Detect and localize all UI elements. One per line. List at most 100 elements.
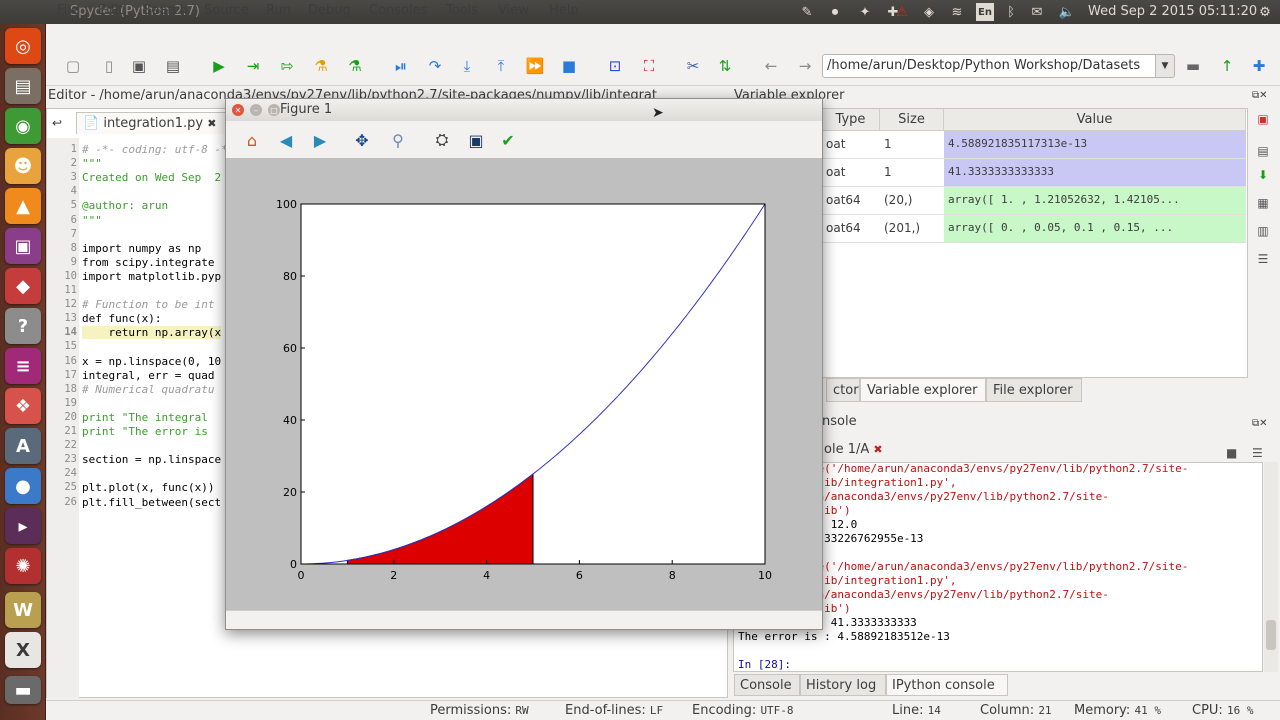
new-file-icon[interactable]: ▢ — [62, 55, 84, 77]
font-viewer-icon[interactable]: A — [5, 428, 41, 464]
dropbox-icon[interactable]: ◈ — [920, 3, 938, 21]
menu-help[interactable]: Help — [549, 3, 579, 18]
update-icon[interactable]: ● — [5, 468, 41, 504]
pan-icon[interactable]: ✥ — [350, 128, 374, 152]
minimize-window-icon[interactable]: – — [250, 104, 262, 116]
var-value-cell[interactable]: array([ 1. , 1.21052632, 1.42105... — [944, 187, 1246, 215]
save-all-icon[interactable]: ▤ — [162, 55, 184, 77]
undock-icon[interactable]: ⧉✕ — [1252, 90, 1268, 101]
edit-icon[interactable]: ✎ — [798, 3, 816, 21]
menu-tools[interactable]: Tools — [446, 3, 478, 18]
code-line[interactable]: integral, err = quad — [82, 369, 214, 382]
step-into-icon[interactable]: ⤓ — [456, 55, 478, 77]
record-icon[interactable]: ⏺ — [826, 3, 844, 21]
code-line[interactable]: # Numerical quadratu — [82, 383, 214, 396]
code-line[interactable]: x = np.linspace(0, 10 — [82, 355, 221, 368]
fullscreen-icon[interactable]: ⛶ — [638, 55, 660, 77]
console-options-icon[interactable]: ☰ — [1252, 446, 1263, 460]
parent-directory-icon[interactable]: ↑ — [1216, 55, 1238, 77]
code-line[interactable]: plt.plot(x, func(x)) — [82, 481, 214, 494]
chrome-icon[interactable]: ◉ — [5, 108, 41, 144]
panda-app-icon[interactable]: ☻ — [5, 148, 41, 184]
tab-file-explorer[interactable]: File explorer — [986, 378, 1082, 402]
maximize-window-icon[interactable]: □ — [268, 104, 280, 116]
run-cell-icon[interactable]: ⇥ — [242, 55, 264, 77]
console-undock-icon[interactable]: ⧉✕ — [1252, 418, 1268, 429]
clock[interactable]: Wed Sep 2 2015 05:11:20 — [1088, 4, 1257, 19]
code-line[interactable]: @author: arun — [82, 199, 168, 212]
forward-arrow-icon[interactable]: ▶ — [308, 128, 332, 152]
maximize-pane-icon[interactable]: ⊡ — [604, 55, 626, 77]
run-icon[interactable]: ▶ — [208, 55, 230, 77]
code-line[interactable]: """ — [82, 157, 102, 170]
menu-view[interactable]: View — [498, 3, 529, 18]
save-figure-icon[interactable]: ▣ — [464, 128, 488, 152]
unknown-app-icon[interactable]: ? — [5, 308, 41, 344]
remove-all-icon[interactable]: ▥ — [1254, 222, 1272, 240]
wifi-icon[interactable]: ≋ — [948, 3, 966, 21]
col-header-size[interactable]: Size — [880, 109, 944, 131]
tab-variable-explorer[interactable]: Variable explorer — [860, 378, 986, 402]
open-file-icon[interactable]: ▯ — [98, 55, 120, 77]
keyboard-layout-icon[interactable]: En — [976, 3, 994, 21]
close-window-icon[interactable]: ✕ — [232, 104, 244, 116]
bluetooth-icon[interactable]: ᛒ — [1002, 3, 1020, 21]
media-icon[interactable]: ▣ — [5, 228, 41, 264]
browse-tabs-icon[interactable]: ↩ — [52, 116, 62, 130]
code-line[interactable]: # Function to be int — [82, 298, 214, 311]
settings-tray-icon[interactable]: ✦ — [856, 3, 874, 21]
back-icon[interactable]: ← — [760, 55, 782, 77]
menu-edit[interactable]: Edit — [98, 3, 123, 18]
mail-icon[interactable]: ✉ — [1028, 3, 1046, 21]
spider-app-icon[interactable]: ✺ — [5, 548, 41, 584]
code-line[interactable]: plt.fill_between(sect — [82, 496, 221, 509]
vlc-icon[interactable]: ▲ — [5, 188, 41, 224]
debug-icon[interactable]: ⏯ — [390, 55, 412, 77]
terminal-icon[interactable]: ▸ — [5, 508, 41, 544]
code-line[interactable]: section = np.linspace — [82, 453, 221, 466]
close-console-icon[interactable]: ✖ — [873, 443, 882, 456]
save-data-icon[interactable]: ▤ — [1254, 142, 1272, 160]
import-data-icon[interactable]: ▣ — [1254, 110, 1272, 128]
system-gear-icon[interactable]: ⚙ — [1256, 3, 1274, 21]
menu-file[interactable]: File — [57, 3, 79, 18]
menu-search[interactable]: Search — [143, 3, 188, 18]
var-value-cell[interactable]: 41.3333333333333 — [944, 159, 1246, 187]
software-icon[interactable]: ≡ — [5, 348, 41, 384]
files-icon[interactable]: ▤ — [5, 68, 41, 104]
var-value-cell[interactable]: array([ 0. , 0.05, 0.1 , 0.15, ... — [944, 215, 1246, 243]
code-line[interactable]: def func(x): — [82, 312, 161, 325]
menu-run[interactable]: Run — [266, 3, 291, 18]
subplots-icon[interactable]: ⛭ — [430, 128, 454, 152]
code-line[interactable]: print "The error is — [82, 425, 208, 438]
figure-canvas[interactable]: 0 2 4 6 8 10 0 20 40 60 80 100 — [226, 158, 822, 610]
chevron-down-icon[interactable]: ▼ — [1155, 54, 1175, 78]
col-header-type[interactable]: Type — [822, 109, 880, 131]
x-app-icon[interactable]: X — [5, 632, 41, 668]
console-scroll-thumb[interactable] — [1266, 620, 1276, 650]
working-directory-input[interactable]: /home/arun/Desktop/Python Workshop/Datas… — [822, 54, 1162, 78]
edit-axis-icon[interactable]: ✔ — [496, 128, 520, 152]
home-icon[interactable]: ⌂ — [240, 128, 264, 152]
run-cell-advance-icon[interactable]: ⇰ — [276, 55, 298, 77]
tab-ipython-console[interactable]: IPython console — [886, 674, 1008, 696]
warning-icon[interactable]: ⚠ — [893, 3, 911, 21]
menu-consoles[interactable]: Consoles — [369, 3, 427, 18]
ubuntu-dash-icon[interactable]: ◎ — [5, 28, 41, 64]
tab-history-log[interactable]: History log — [800, 674, 886, 696]
cube-app-icon[interactable]: ◆ — [5, 268, 41, 304]
w-app-icon[interactable]: W — [5, 592, 41, 628]
run-selection-icon[interactable]: ⚗ — [310, 55, 332, 77]
tab-object-inspector[interactable]: ctor — [826, 378, 860, 402]
menu-source[interactable]: Source — [204, 3, 249, 18]
trash-icon[interactable]: ▬ — [5, 676, 41, 704]
console-tab[interactable]: ole 1/A ✖ — [822, 438, 902, 462]
continue-icon[interactable]: ⏩ — [524, 55, 546, 77]
rerun-icon[interactable]: ⚗ — [344, 55, 366, 77]
code-line[interactable]: from scipy.integrate — [82, 256, 214, 269]
col-header-value[interactable]: Value — [944, 109, 1246, 131]
tab-console[interactable]: Console — [734, 674, 800, 696]
zoom-icon[interactable]: ⚲ — [386, 128, 410, 152]
step-return-icon[interactable]: ⤒ — [490, 55, 512, 77]
step-icon[interactable]: ↷ — [424, 55, 446, 77]
